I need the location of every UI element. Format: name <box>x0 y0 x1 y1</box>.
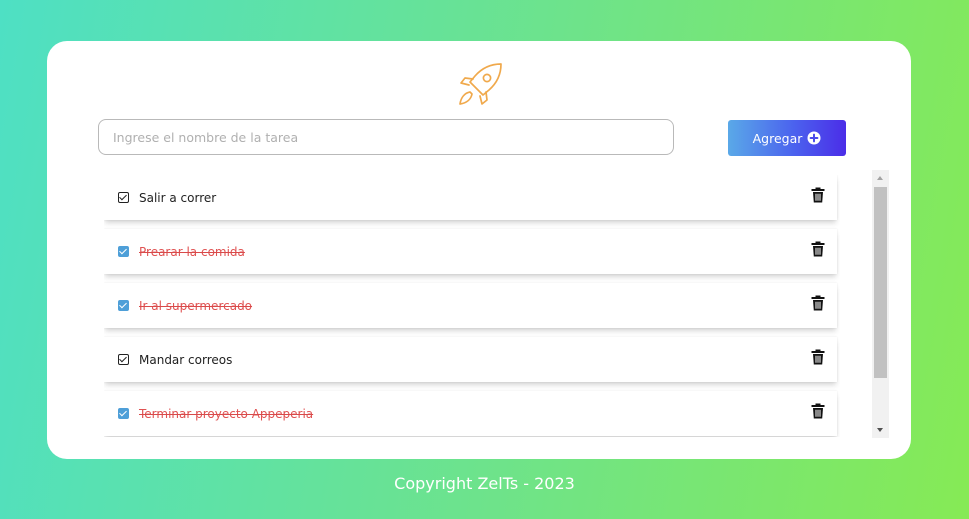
task-item: Mandar correos <box>104 337 837 382</box>
add-button-label: Agregar <box>752 130 803 146</box>
scrollbar-thumb[interactable] <box>874 187 887 378</box>
task-checkbox[interactable] <box>118 354 129 365</box>
task-text: Ir al supermercado <box>139 298 253 313</box>
trash-icon[interactable] <box>811 295 825 311</box>
add-task-button[interactable]: Agregar <box>728 120 846 156</box>
task-checkbox[interactable] <box>118 246 129 257</box>
todo-card: Agregar Salir a correr Prearar la comida… <box>47 41 911 459</box>
trash-icon[interactable] <box>811 349 825 365</box>
rocket-icon <box>456 62 504 108</box>
task-item: Terminar proyecto Appeperia <box>104 391 837 436</box>
task-text: Prearar la comida <box>139 244 245 259</box>
task-name-input[interactable] <box>98 119 674 155</box>
trash-icon[interactable] <box>811 187 825 203</box>
plus-circle-icon <box>807 131 821 145</box>
copyright-footer: Copyright ZelTs - 2023 <box>394 474 575 493</box>
task-list: Salir a correr Prearar la comida Ir al s… <box>104 175 840 437</box>
task-text: Terminar proyecto Appeperia <box>139 406 314 421</box>
trash-icon[interactable] <box>811 241 825 257</box>
task-item: Prearar la comida <box>104 229 837 274</box>
scroll-down-arrow-icon[interactable] <box>872 422 889 438</box>
task-checkbox[interactable] <box>118 408 129 419</box>
task-text: Salir a correr <box>139 190 217 205</box>
scroll-up-arrow-icon[interactable] <box>872 170 889 186</box>
task-item: Salir a correr <box>104 175 837 220</box>
task-checkbox[interactable] <box>118 300 129 311</box>
trash-icon[interactable] <box>811 403 825 419</box>
task-list-scrollbar[interactable] <box>872 170 889 438</box>
task-item: Ir al supermercado <box>104 283 837 328</box>
task-checkbox[interactable] <box>118 192 129 203</box>
task-text: Mandar correos <box>139 352 233 367</box>
